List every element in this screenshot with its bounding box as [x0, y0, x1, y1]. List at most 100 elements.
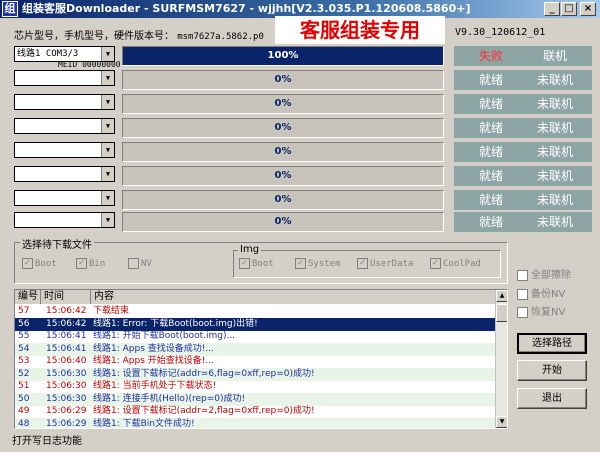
checkbox-label: Boot: [252, 259, 274, 269]
file-select-group-label: 选择待下载文件: [20, 236, 94, 251]
option-checkbox[interactable]: 全部擦除: [517, 266, 571, 281]
log-time: 15:06:29: [46, 406, 87, 416]
log-row[interactable]: 53 15:06:40 线路1: Apps 开始查找设备!...: [15, 355, 495, 368]
log-time: 15:06:40: [46, 356, 87, 366]
progress-bar: 0%: [122, 142, 444, 162]
chevron-down-icon[interactable]: ▼: [101, 47, 114, 61]
log-time: 15:06:29: [46, 418, 87, 429]
img-checkbox[interactable]: ✓ UserData: [357, 258, 413, 270]
line-status: 就绪: [454, 212, 528, 232]
exit-button[interactable]: 退出: [517, 388, 587, 409]
chevron-down-icon[interactable]: ▼: [101, 119, 114, 133]
port-select[interactable]: ▼: [14, 94, 115, 110]
log-time: 15:06:41: [46, 331, 87, 341]
connection-status: 未联机: [518, 190, 592, 210]
checkbox-box[interactable]: ✓: [430, 258, 441, 269]
log-num: 57: [18, 306, 30, 316]
chevron-down-icon[interactable]: ▼: [101, 71, 114, 85]
progress-bar: 0%: [122, 190, 444, 210]
log-header-content[interactable]: 内容: [91, 290, 495, 304]
minimize-button[interactable]: _: [544, 2, 560, 16]
checkbox-box[interactable]: ✓: [76, 258, 87, 269]
log-row[interactable]: 49 15:06:29 线路1: 设置下载标记(addr=2,flag=0xff,r…: [15, 405, 495, 418]
file-checkbox[interactable]: ✓ Bin: [76, 258, 105, 270]
port-select[interactable]: ▼: [14, 70, 115, 86]
checkbox-label: NV: [141, 259, 152, 269]
checkbox-label: Boot: [35, 259, 57, 269]
log-header-num[interactable]: 编号: [15, 290, 41, 304]
scroll-down-icon[interactable]: ▼: [496, 416, 507, 428]
meid-label: MEID 00000000: [58, 60, 121, 69]
progress-text: 0%: [274, 216, 292, 227]
checkbox-label: UserData: [370, 259, 414, 269]
download-line: ▼ 0% 就绪 未联机: [14, 94, 594, 116]
banner-title: 客服组装专用: [275, 16, 445, 44]
progress-bar: 100%: [122, 46, 444, 66]
chevron-down-icon[interactable]: ▼: [101, 191, 114, 205]
log-row[interactable]: 55 15:06:41 线路1: 开始下载Boot(boot.img)...: [15, 330, 495, 343]
app-logo-icon: 组: [2, 1, 18, 17]
img-checkbox[interactable]: ✓ CoolPad: [430, 258, 481, 270]
start-button[interactable]: 开始: [517, 360, 587, 381]
chevron-down-icon[interactable]: ▼: [101, 95, 114, 109]
checkbox-label: System: [308, 259, 341, 269]
log-time: 15:06:42: [46, 306, 87, 316]
chevron-down-icon[interactable]: ▼: [101, 143, 114, 157]
port-select[interactable]: ▼: [14, 166, 115, 182]
log-num: 56: [18, 318, 30, 329]
download-line: ▼ 0% 就绪 未联机: [14, 118, 594, 140]
log-text: 线路1: Apps 查找设备成功!...: [93, 343, 214, 354]
log-row[interactable]: 50 15:06:30 线路1: 连接手机(Hello)(rep=0)成功!: [15, 392, 495, 406]
checkbox-label: CoolPad: [443, 259, 481, 269]
img-checkbox[interactable]: ✓ Boot: [239, 258, 274, 270]
maximize-button[interactable]: □: [561, 2, 577, 16]
option-label: 全部擦除: [531, 270, 571, 281]
checkbox-box[interactable]: ✓: [239, 258, 250, 269]
log-num: 49: [18, 406, 30, 416]
log-time: 15:06:30: [46, 368, 87, 379]
scroll-thumb[interactable]: [496, 304, 507, 322]
checkbox-box[interactable]: ✓: [22, 258, 33, 269]
port-select[interactable]: ▼: [14, 190, 115, 206]
img-group-label: Img: [238, 244, 262, 255]
log-row[interactable]: 54 15:06:41 线路1: Apps 查找设备成功!...: [15, 342, 495, 356]
port-select[interactable]: ▼: [14, 118, 115, 134]
log-list[interactable]: 编号 时间 内容 57 15:06:42 下载结束 56 15:06:42 线路1: Er…: [14, 289, 508, 429]
option-checkbox[interactable]: 备份NV: [517, 285, 565, 300]
file-checkbox[interactable]: ✓ Boot: [22, 258, 57, 270]
chevron-down-icon[interactable]: ▼: [101, 167, 114, 181]
log-text: 线路1: 下载Bin文件成功!: [93, 418, 195, 429]
img-checkbox[interactable]: ✓ System: [295, 258, 341, 270]
log-row[interactable]: 48 15:06:29 线路1: 下载Bin文件成功!: [15, 417, 495, 429]
progress-bar: 0%: [122, 70, 444, 90]
checkbox-box[interactable]: ✓: [357, 258, 368, 269]
log-row[interactable]: 57 15:06:42 下载结束: [15, 305, 495, 318]
file-checkbox[interactable]: NV: [128, 258, 152, 270]
log-scrollbar[interactable]: ▲ ▼: [495, 290, 507, 428]
line-status: 就绪: [454, 166, 528, 186]
log-text: 线路1: 开始下载Boot(boot.img)...: [93, 331, 236, 341]
checkbox-box[interactable]: [128, 258, 139, 269]
connection-status: 未联机: [518, 142, 592, 162]
option-label: 恢复NV: [531, 307, 566, 318]
checkbox-box[interactable]: [517, 288, 528, 300]
port-select[interactable]: ▼: [14, 142, 115, 158]
port-select[interactable]: ▼: [14, 212, 115, 228]
connection-status: 联机: [518, 46, 592, 66]
log-header: 编号 时间 内容: [15, 290, 495, 304]
log-row[interactable]: 52 15:06:30 线路1: 设置下载标记(addr=6,flag=0xff,r…: [15, 367, 495, 381]
close-button[interactable]: ×: [580, 2, 596, 16]
option-checkbox[interactable]: 恢复NV: [517, 303, 565, 318]
log-row[interactable]: 51 15:06:30 线路1: 当前手机处于下载状态!: [15, 380, 495, 393]
log-row[interactable]: 56 15:06:42 线路1: Error: 下载Boot(boot.img)出错…: [15, 317, 495, 331]
log-time: 15:06:42: [46, 318, 87, 329]
log-header-time[interactable]: 时间: [41, 290, 91, 304]
line-status: 就绪: [454, 142, 528, 162]
connection-status: 未联机: [518, 70, 592, 90]
checkbox-box[interactable]: ✓: [295, 258, 306, 269]
chevron-down-icon[interactable]: ▼: [101, 213, 114, 227]
checkbox-box[interactable]: [517, 269, 528, 281]
checkbox-box[interactable]: [517, 306, 528, 318]
select-path-button[interactable]: 选择路径: [517, 333, 587, 354]
scroll-up-icon[interactable]: ▲: [496, 290, 507, 302]
